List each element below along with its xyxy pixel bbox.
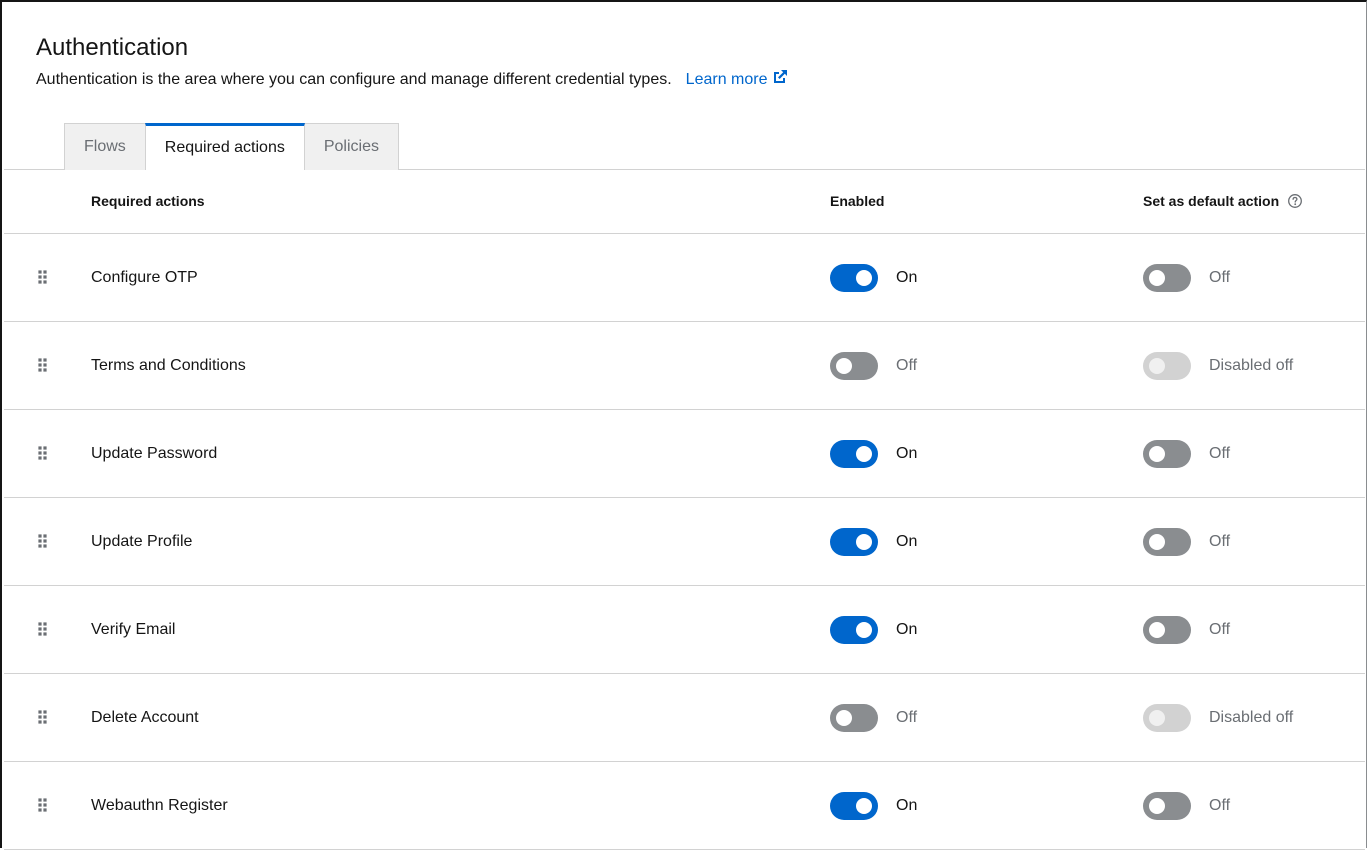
enabled-toggle-label: Off [896, 709, 918, 726]
drag-handle-icon[interactable] [38, 358, 48, 377]
table-row: Update Password On Off [4, 410, 1365, 498]
table-row: Update Profile On Off [4, 498, 1365, 586]
switch-knob [856, 270, 872, 286]
default-action-toggle-switch [1143, 704, 1191, 732]
drag-handle-icon[interactable] [38, 798, 48, 817]
switch-knob [1149, 622, 1165, 638]
default-action-toggle[interactable]: Off [1143, 528, 1230, 556]
drag-handle-icon[interactable] [38, 622, 48, 641]
enabled-toggle-switch[interactable] [830, 616, 878, 644]
column-header-default-action-label: Set as default action [1143, 193, 1280, 209]
drag-handle-icon[interactable] [38, 710, 48, 729]
switch-knob [1149, 710, 1165, 726]
row-action-name: Webauthn Register [91, 797, 228, 814]
table-row: Configure OTP On Off [4, 234, 1365, 322]
switch-knob [856, 534, 872, 550]
default-action-toggle-switch [1143, 352, 1191, 380]
switch-knob [1149, 358, 1165, 374]
table-row: Webauthn Register On Off [4, 762, 1365, 850]
row-action-name: Delete Account [91, 709, 199, 726]
tab-bar: Flows Required actions Policies [64, 123, 399, 170]
column-header-enabled: Enabled [830, 193, 885, 209]
default-action-toggle-label: Disabled off [1209, 357, 1294, 374]
help-icon[interactable] [1287, 173, 1303, 236]
table-body: Configure OTP On Off Terms and Conditions Of… [4, 234, 1365, 850]
table-row: Terms and Conditions Off Disabled off [4, 322, 1365, 410]
table-row: Delete Account Off Disabled off [4, 674, 1365, 762]
enabled-toggle[interactable]: Off [830, 352, 917, 380]
default-action-toggle-label: Off [1209, 797, 1231, 814]
page-title: Authentication [36, 34, 189, 61]
switch-knob [856, 622, 872, 638]
switch-knob [836, 358, 852, 374]
page-description-text: Authentication is the area where you can… [36, 71, 672, 88]
enabled-toggle-label: On [896, 621, 918, 638]
switch-knob [1149, 534, 1165, 550]
table-row: Verify Email On Off [4, 586, 1365, 674]
tab-policies[interactable]: Policies [303, 123, 399, 170]
default-action-toggle-label: Disabled off [1209, 709, 1294, 726]
enabled-toggle[interactable]: On [830, 528, 917, 556]
page-description: Authentication is the area where you can… [36, 68, 789, 93]
tab-flows[interactable]: Flows [64, 123, 146, 170]
page-frame: Authentication Authentication is the are… [0, 0, 1367, 850]
enabled-toggle-switch[interactable] [830, 704, 878, 732]
enabled-toggle-label: Off [896, 357, 918, 374]
default-action-toggle[interactable]: Off [1143, 440, 1230, 468]
switch-knob [856, 798, 872, 814]
column-header-default-action: Set as default action [1143, 170, 1303, 236]
default-action-toggle-label: Off [1209, 621, 1231, 638]
switch-knob [1149, 798, 1165, 814]
switch-knob [1149, 270, 1165, 286]
default-action-toggle-label: Off [1209, 269, 1231, 286]
row-action-name: Terms and Conditions [91, 357, 246, 374]
default-action-toggle-label: Off [1209, 445, 1231, 462]
default-action-toggle[interactable]: Off [1143, 264, 1230, 292]
default-action-toggle-switch[interactable] [1143, 792, 1191, 820]
switch-knob [856, 446, 872, 462]
default-action-toggle[interactable]: Off [1143, 792, 1230, 820]
enabled-toggle[interactable]: On [830, 440, 917, 468]
enabled-toggle[interactable]: On [830, 616, 917, 644]
default-action-toggle-switch[interactable] [1143, 528, 1191, 556]
enabled-toggle-label: On [896, 797, 918, 814]
drag-handle-icon[interactable] [38, 446, 48, 465]
row-action-name: Configure OTP [91, 269, 198, 286]
enabled-toggle[interactable]: Off [830, 704, 917, 732]
default-action-toggle-switch[interactable] [1143, 264, 1191, 292]
default-action-toggle[interactable]: Off [1143, 616, 1230, 644]
enabled-toggle-label: On [896, 269, 918, 286]
default-action-toggle: Disabled off [1143, 352, 1293, 380]
enabled-toggle-switch[interactable] [830, 792, 878, 820]
switch-knob [836, 710, 852, 726]
enabled-toggle[interactable]: On [830, 792, 917, 820]
required-actions-table: Required actions Enabled Set as default … [4, 170, 1365, 850]
learn-more-link[interactable]: Learn more [685, 70, 789, 88]
default-action-toggle-label: Off [1209, 533, 1231, 550]
enabled-toggle-switch[interactable] [830, 264, 878, 292]
enabled-toggle[interactable]: On [830, 264, 917, 292]
enabled-toggle-switch[interactable] [830, 352, 878, 380]
enabled-toggle-label: On [896, 533, 918, 550]
row-action-name: Update Profile [91, 533, 193, 550]
drag-handle-icon[interactable] [38, 534, 48, 553]
default-action-toggle-switch[interactable] [1143, 440, 1191, 468]
page-header: Authentication Authentication is the are… [36, 32, 789, 93]
learn-more-label: Learn more [685, 71, 768, 88]
switch-knob [1149, 446, 1165, 462]
column-header-required-actions: Required actions [91, 193, 205, 209]
row-action-name: Update Password [91, 445, 218, 462]
enabled-toggle-label: On [896, 445, 918, 462]
table-header: Required actions Enabled Set as default … [4, 170, 1365, 234]
drag-handle-icon[interactable] [38, 270, 48, 289]
row-action-name: Verify Email [91, 621, 176, 638]
default-action-toggle-switch[interactable] [1143, 616, 1191, 644]
enabled-toggle-switch[interactable] [830, 440, 878, 468]
default-action-toggle: Disabled off [1143, 704, 1293, 732]
tab-required-actions[interactable]: Required actions [144, 123, 305, 170]
external-link-icon [771, 68, 789, 93]
enabled-toggle-switch[interactable] [830, 528, 878, 556]
